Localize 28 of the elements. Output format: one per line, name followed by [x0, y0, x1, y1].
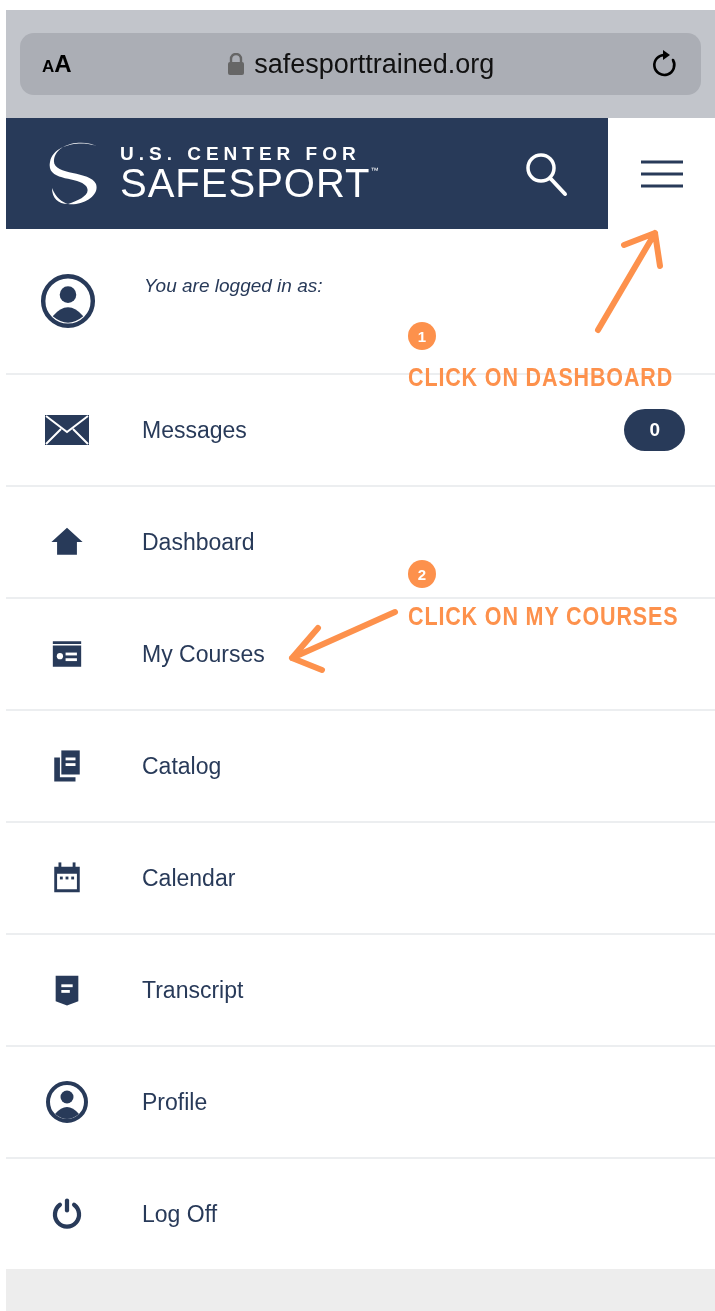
- menu-item[interactable]: Transcript: [142, 976, 685, 1004]
- step-number: 2: [408, 560, 436, 588]
- menu-item[interactable]: My Courses: [142, 640, 685, 668]
- logo-text: U.S. CENTER FOR: [120, 144, 362, 163]
- user-icon: [40, 273, 96, 329]
- trademark-text: ™: [370, 167, 380, 175]
- logo-text: SAFESPORT: [120, 163, 371, 203]
- search-button[interactable]: [524, 150, 568, 197]
- menu-button[interactable]: [639, 159, 684, 188]
- text-size-button[interactable]: AA: [42, 50, 72, 78]
- menu-item[interactable]: Log Off: [142, 1200, 685, 1228]
- menu-item[interactable]: Dashboard: [142, 528, 685, 556]
- count-badge: 0: [624, 409, 685, 451]
- instruction-text: CLICK ON MY COURSES: [408, 602, 679, 631]
- menu-item[interactable]: Profile: [142, 1088, 685, 1116]
- lock-icon: [228, 53, 245, 75]
- user-icon: [45, 1080, 89, 1124]
- address-bar[interactable]: AA safesporttrained.org: [20, 33, 701, 95]
- instruction-text: CLICK ON DASHBOARD: [408, 363, 674, 392]
- login-status-text: You are logged in as:: [144, 275, 323, 297]
- reload-button[interactable]: [651, 49, 679, 79]
- menu-item[interactable]: Catalog: [142, 752, 685, 780]
- menu-item[interactable]: Calendar: [142, 864, 685, 892]
- url-text: safesporttrained.org: [254, 48, 495, 80]
- power-icon: [50, 1197, 84, 1231]
- step-number: 1: [408, 322, 436, 350]
- menu-item[interactable]: Messages: [142, 416, 625, 444]
- envelope-icon: [45, 415, 89, 445]
